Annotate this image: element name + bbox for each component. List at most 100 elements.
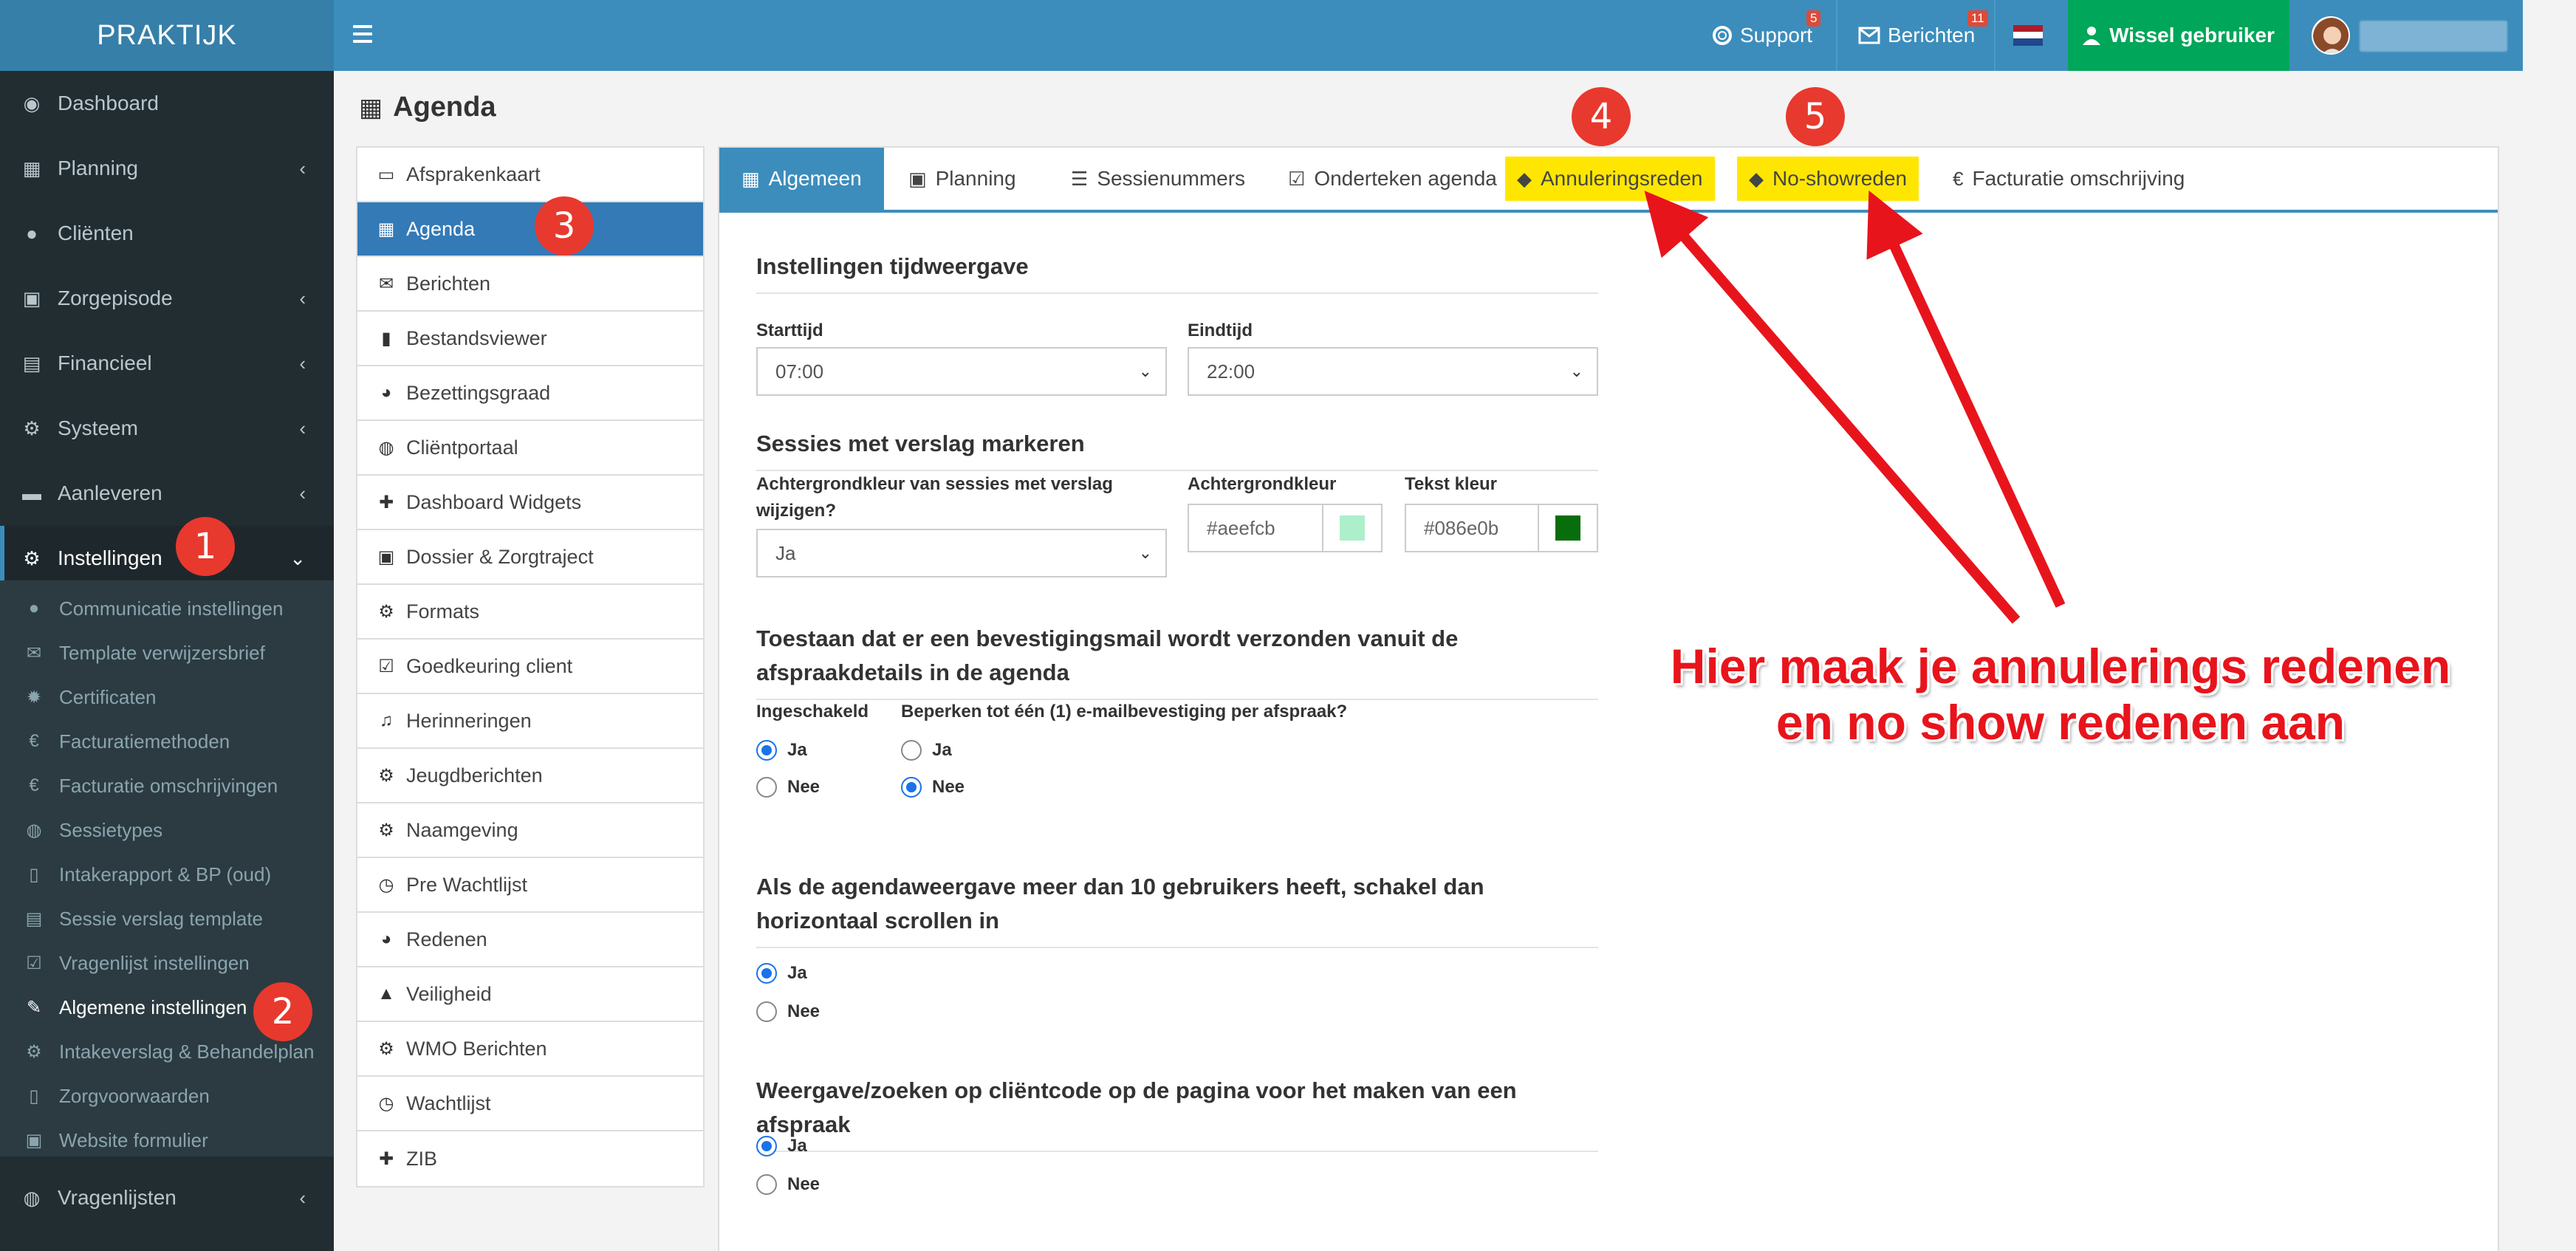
messages-link[interactable]: Berichten 11 [1858, 0, 1988, 71]
submenu-sessie-verslag-template[interactable]: ▤ Sessie verslag template [0, 897, 334, 941]
list-item-herinneringen[interactable]: ♫ Herinneringen [357, 694, 703, 749]
sidebar-item-dashboard[interactable]: ◉ Dashboard [0, 71, 334, 136]
annotation-marker-2: 2 [253, 982, 312, 1041]
submenu-website-formulier[interactable]: ▣ Website formulier [0, 1118, 334, 1162]
submenu-certificaten[interactable]: ✹ Certificaten [0, 675, 334, 719]
globe-icon: ◍ [26, 820, 42, 840]
tab-annuleringsreden[interactable]: ◆ Annuleringsreden [1505, 157, 1715, 201]
sidebar-item-vragenlijsten[interactable]: ◍ Vragenlijsten ‹ [0, 1165, 334, 1230]
list-item-label: ZIB [406, 1147, 438, 1170]
user-name-blurred[interactable] [2360, 21, 2507, 52]
text-color-input[interactable]: #086e0b [1405, 504, 1539, 552]
support-label: Support [1740, 24, 1813, 47]
list-item-dashboard-widgets[interactable]: ✚ Dashboard Widgets [357, 476, 703, 530]
list-item-veiligheid[interactable]: ▲ Veiligheid [357, 967, 703, 1022]
tab-onderteken-agenda[interactable]: ☑ Onderteken agenda [1266, 148, 1519, 210]
list-item-label: Naamgeving [406, 818, 518, 841]
start-time-value: 07:00 [775, 360, 824, 383]
list-item-pre-wachtlijst[interactable]: ◷ Pre Wachtlijst [357, 858, 703, 913]
submenu-communicatie-instellingen[interactable]: ● Communicatie instellingen [0, 586, 334, 631]
submenu-label: Sessietypes [59, 818, 163, 841]
list-item-bestandsviewer[interactable]: ▮ Bestandsviewer [357, 312, 703, 366]
chevron-left-icon: ‹ [299, 1186, 306, 1209]
clientcode-radio-nee[interactable]: Nee [756, 1174, 820, 1195]
tab-no-showreden[interactable]: ◆ No-showreden [1737, 157, 1919, 201]
sidebar-item-aanleveren[interactable]: ▬ Aanleveren ‹ [0, 461, 334, 526]
switch-user-button[interactable]: Wissel gebruiker [2068, 0, 2289, 71]
sidebar-item-financieel[interactable]: ▤ Financieel ‹ [0, 331, 334, 396]
tab-bar: ▦ Algemeen ▣ Planning ☰ Sessienummers ☑ Onde… [719, 148, 2498, 213]
change-bg-select[interactable]: Ja ⌄ [756, 529, 1167, 577]
enabled-radio-ja[interactable]: Ja [756, 740, 807, 761]
tag-icon: ◆ [1749, 167, 1764, 190]
enabled-radio-nee[interactable]: Nee [756, 777, 820, 798]
submenu-zorgvoorwaarden[interactable]: ▯ Zorgvoorwaarden [0, 1074, 334, 1118]
clock-icon: ◷ [378, 874, 394, 895]
sidebar-item-planning[interactable]: ▦ Planning ‹ [0, 136, 334, 201]
sidebar-item-label: Planning [58, 157, 138, 179]
sidebar: ◉ Dashboard ▦ Planning ‹ ● Cliënten ▣ Zo… [0, 71, 334, 1251]
sidebar-toggle-icon[interactable] [353, 21, 375, 50]
sidebar-item-zorgepisode[interactable]: ▣ Zorgepisode ‹ [0, 266, 334, 331]
list-item-bezettingsgraad[interactable]: ◕ Bezettingsgraad [357, 366, 703, 421]
calendar-check-icon: ☑ [1288, 167, 1306, 190]
clientcode-radio-ja[interactable]: Ja [756, 1136, 807, 1156]
sidebar-item-label: Vragenlijsten [58, 1186, 177, 1209]
list-item-label: Agenda [406, 217, 476, 240]
submenu-vragenlijst-instellingen[interactable]: ☑ Vragenlijst instellingen [0, 941, 334, 985]
sidebar-item-systeem[interactable]: ⚙ Systeem ‹ [0, 396, 334, 461]
text-color-picker[interactable] [1539, 504, 1598, 552]
list-item-wmo-berichten[interactable]: ⚙ WMO Berichten [357, 1022, 703, 1077]
bg-color-picker[interactable] [1323, 504, 1383, 552]
list-item-label: WMO Berichten [406, 1037, 547, 1060]
app-logo[interactable]: PRAKTIJK [0, 0, 334, 71]
submenu-intakerapport[interactable]: ▯ Intakerapport & BP (oud) [0, 852, 334, 897]
support-link[interactable]: Support 5 [1712, 0, 1821, 71]
tab-sessienummers[interactable]: ☰ Sessienummers [1049, 148, 1267, 210]
list-item-label: Berichten [406, 272, 491, 295]
sidebar-item-clienten[interactable]: ● Cliënten [0, 201, 334, 266]
radio-label: Ja [787, 740, 807, 760]
list-item-dossier-zorgtraject[interactable]: ▣ Dossier & Zorgtraject [357, 530, 703, 585]
list-item-berichten[interactable]: ✉ Berichten [357, 257, 703, 312]
page-title-text: Agenda [393, 92, 496, 123]
tab-planning[interactable]: ▣ Planning [886, 148, 1038, 210]
list-item-wachtlijst[interactable]: ◷ Wachtlijst [357, 1077, 703, 1131]
annotation-callout: Hier maak je annulerings redenen en no s… [1617, 638, 2504, 750]
submenu-template-verwijzersbrief[interactable]: ✉ Template verwijzersbrief [0, 631, 334, 675]
list-item-jeugdberichten[interactable]: ⚙ Jeugdberichten [357, 749, 703, 803]
bg-color-input[interactable]: #aeefcb [1188, 504, 1323, 552]
list-item-agenda[interactable]: ▦ Agenda [357, 202, 703, 257]
limit-radio-nee[interactable]: Nee [901, 777, 965, 798]
submenu-facturatie-omschrijvingen[interactable]: € Facturatie omschrijvingen [0, 764, 334, 808]
list-item-naamgeving[interactable]: ⚙ Naamgeving [357, 803, 703, 858]
list-item-redenen[interactable]: ◕ Redenen [357, 913, 703, 967]
chevron-left-icon: ‹ [299, 352, 306, 374]
submenu-sessietypes[interactable]: ◍ Sessietypes [0, 808, 334, 852]
start-time-select[interactable]: 07:00 ⌄ [756, 347, 1167, 396]
switch-user-label: Wissel gebruiker [2109, 24, 2275, 47]
chevron-down-icon: ⌄ [1138, 362, 1152, 380]
radio-checked [756, 740, 777, 761]
sidebar-item-label: Financieel [58, 352, 152, 374]
scroll-radio-nee[interactable]: Nee [756, 1001, 820, 1022]
scroll-radio-ja[interactable]: Ja [756, 963, 807, 984]
language-flag[interactable] [2013, 0, 2043, 71]
list-item-afsprakenkaart[interactable]: ▭ Afsprakenkaart [357, 148, 703, 202]
calendar-icon: ▦ [741, 167, 760, 190]
end-time-select[interactable]: 22:00 ⌄ [1188, 347, 1598, 396]
list-item-zib[interactable]: ✚ ZIB [357, 1131, 703, 1186]
medkit-icon: ▣ [25, 1130, 43, 1151]
tab-facturatie-omschrijving[interactable]: € Facturatie omschrijving [1931, 148, 2207, 210]
wrench-icon: ✎ [26, 997, 42, 1018]
submenu-facturatiemethoden[interactable]: € Facturatiemethoden [0, 719, 334, 764]
tab-algemeen[interactable]: ▦ Algemeen [719, 148, 884, 210]
submenu-label: Vragenlijst instellingen [59, 951, 250, 974]
list-item-goedkeuring-client[interactable]: ☑ Goedkeuring client [357, 640, 703, 694]
limit-radio-ja[interactable]: Ja [901, 740, 952, 761]
list-item-formats[interactable]: ⚙ Formats [357, 585, 703, 640]
list-item-clientportaal[interactable]: ◍ Cliëntportaal [357, 421, 703, 476]
user-avatar[interactable] [2312, 16, 2350, 55]
calendar-plus-icon: ▣ [908, 167, 927, 190]
section-title-bevestigingsmail: Toestaan dat er een bevestigingsmail wor… [756, 622, 1598, 700]
